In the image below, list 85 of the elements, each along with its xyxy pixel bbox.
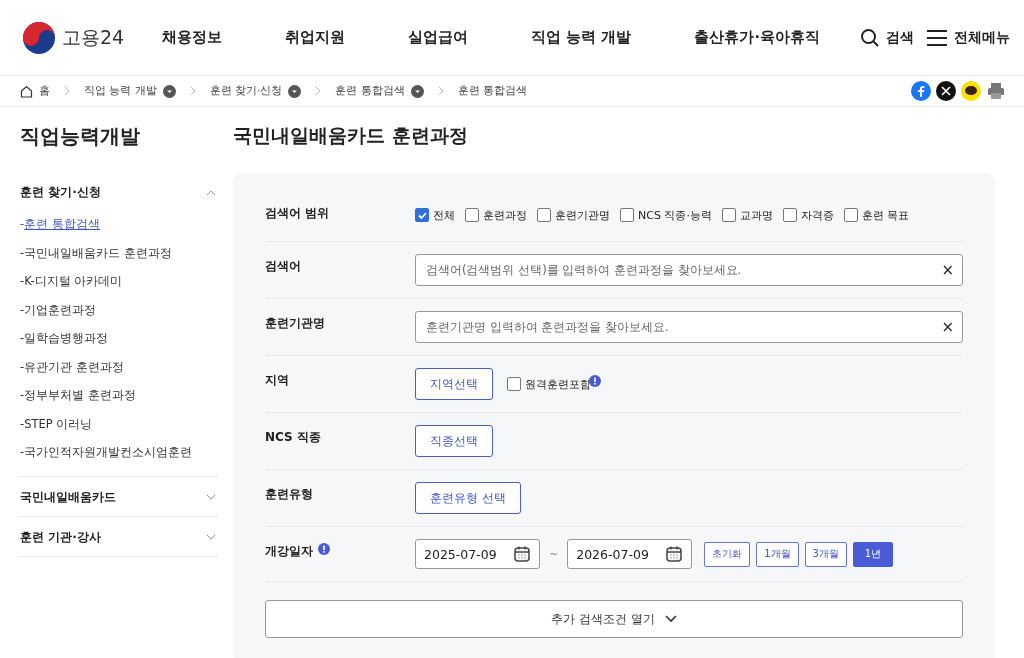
field-label: 훈련유형 [265,486,313,503]
facebook-icon[interactable] [911,81,931,101]
sidebar-item[interactable]: -정부부처별 훈련과정 [20,382,218,411]
sidebar-title: 직업능력개발 [20,123,141,150]
date-field[interactable]: 2025-07-09 [415,539,540,569]
sidebar-section[interactable]: 훈련 기관·강사 [20,516,218,556]
chevron-icon [206,534,216,540]
chevron-icon [315,86,322,96]
dropdown-icon[interactable] [288,84,302,98]
logo-text[interactable]: 고용24 [62,24,125,51]
period-button[interactable]: 1개월 [756,541,799,567]
checkbox[interactable] [507,377,521,391]
select-button[interactable]: 지역선택 [415,368,493,400]
chat-icon[interactable] [961,81,981,101]
sidebar-item[interactable]: -K-디지털 아카데미 [20,268,218,297]
sidebar-item[interactable]: -국민내일배움카드 훈련과정 [20,239,218,268]
nav-link[interactable]: 출산휴가·육아휴직 [694,28,820,47]
breadcrumb-link[interactable]: 훈련 통합검색 [335,84,405,98]
checkbox-label: 원격훈련포함 [525,376,591,392]
chevron-icon [437,86,444,96]
nav-link[interactable]: 직업 능력 개발 [531,28,632,47]
checkbox[interactable] [843,208,858,222]
menu-button[interactable]: 전체메뉴 [926,27,1010,48]
dropdown-icon[interactable] [162,84,176,98]
field-label: 검색어 [265,258,301,275]
select-button[interactable]: 훈련유형 선택 [415,482,521,514]
breadcrumb-link[interactable]: 훈련 통합검색 [457,84,528,98]
field-label: 검색어 범위 [265,205,330,222]
range-separator: ~ [549,547,559,561]
field-label: 지역 [265,372,289,389]
home-link[interactable]: 홈 [20,84,50,98]
nav-link[interactable]: 실업급여 [408,28,469,47]
page-title: 국민내일배움카드 훈련과정 [233,123,469,148]
select-button[interactable]: 직종선택 [415,425,493,457]
checkbox[interactable] [537,208,551,222]
sidebar-section[interactable]: 국민내일배움카드 [20,476,218,516]
checkbox-label: NCS 직종·능력 [638,207,712,223]
x-icon[interactable] [936,81,956,101]
checkbox-label: 전체 [433,207,455,223]
text-field[interactable]: 훈련기관명 입력하여 훈련과정을 찾아보세요. × [415,311,963,343]
period-button[interactable]: 1년 [852,541,893,567]
checkbox[interactable] [415,208,429,222]
checkbox[interactable] [782,208,797,222]
chevron-icon [206,189,216,196]
logo-icon [22,20,56,55]
more-options-button[interactable]: 추가 검색조건 열기 [265,600,963,638]
chevron-icon [206,494,216,500]
breadcrumb-link[interactable]: 직업 능력 개발 [84,84,157,98]
checkbox[interactable] [620,208,634,222]
sidebar-item[interactable]: -유관기관 훈련과정 [20,353,218,382]
checkbox-label: 자격증 [800,207,834,223]
field-label: 훈련기관명 [265,315,325,332]
field-label: 개강일자 [265,543,313,560]
chevron-icon [664,615,677,623]
clear-icon[interactable]: × [941,318,954,336]
nav-link[interactable]: 취업지원 [285,28,346,47]
text-field[interactable]: 검색어(검색범위 선택)를 입력하여 훈련과정을 찾아보세요. × [415,254,963,286]
print-icon[interactable] [986,81,1006,101]
chevron-icon [189,86,196,96]
sidebar-item[interactable]: -훈련 통합검색 [20,211,218,240]
calendar-icon[interactable] [665,545,684,563]
sidebar-item[interactable]: -국가인적자원개발컨소시엄훈련 [20,439,218,468]
nav-link[interactable]: 채용정보 [162,28,222,47]
menu-icon [926,28,948,47]
breadcrumb-link[interactable]: 훈련 찾기·신청 [209,84,283,98]
sidebar-item[interactable]: -기업훈련과정 [20,296,218,325]
checkbox[interactable] [721,208,736,222]
checkbox-label: 훈련과정 [483,207,527,223]
period-button[interactable]: 3개월 [804,541,847,567]
checkbox-label: 훈련기관명 [555,207,610,223]
chevron-icon [64,86,70,96]
checkbox-label: 교과명 [739,207,773,223]
checkbox-label: 훈련 목표 [861,207,910,223]
field-label: NCS 직종 [265,429,321,446]
checkbox[interactable] [465,208,479,222]
search-button[interactable]: 검색 [860,27,914,48]
clear-icon[interactable]: × [941,261,954,279]
sidebar-item[interactable]: -STEP 이러닝 [20,410,218,439]
sidebar-section[interactable]: 훈련 찾기·신청 [20,172,218,211]
sidebar-item[interactable]: -일학습병행과정 [20,325,218,354]
dropdown-icon[interactable] [410,84,424,98]
period-button[interactable]: 초기화 [704,541,751,567]
calendar-icon[interactable] [513,545,531,563]
search-icon [860,27,880,48]
date-field[interactable]: 2026-07-09 [567,539,693,569]
